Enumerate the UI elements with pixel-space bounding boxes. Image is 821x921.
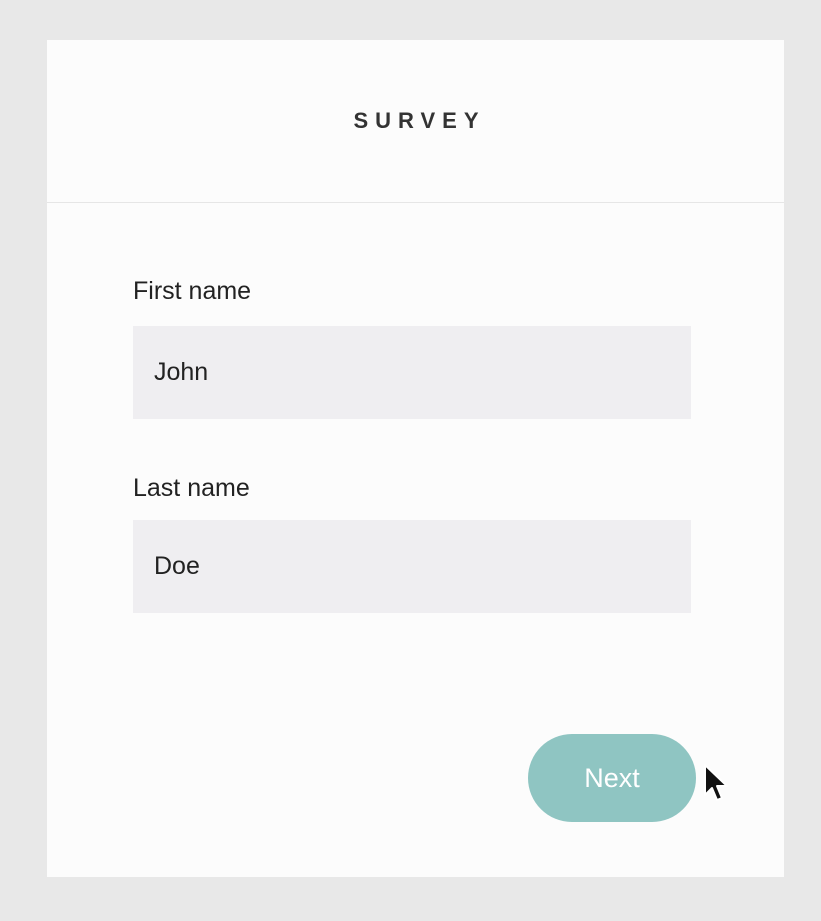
next-button[interactable]: Next (528, 734, 696, 822)
first-name-label: First name (133, 277, 252, 305)
last-name-input[interactable] (133, 520, 691, 613)
last-name-label: Last name (133, 474, 250, 502)
card-header: SURVEY (47, 40, 784, 203)
mouse-pointer-icon (704, 764, 728, 801)
survey-title: SURVEY (353, 108, 486, 133)
first-name-input[interactable] (133, 326, 691, 419)
survey-card: SURVEY First name Last name Next (47, 40, 784, 877)
